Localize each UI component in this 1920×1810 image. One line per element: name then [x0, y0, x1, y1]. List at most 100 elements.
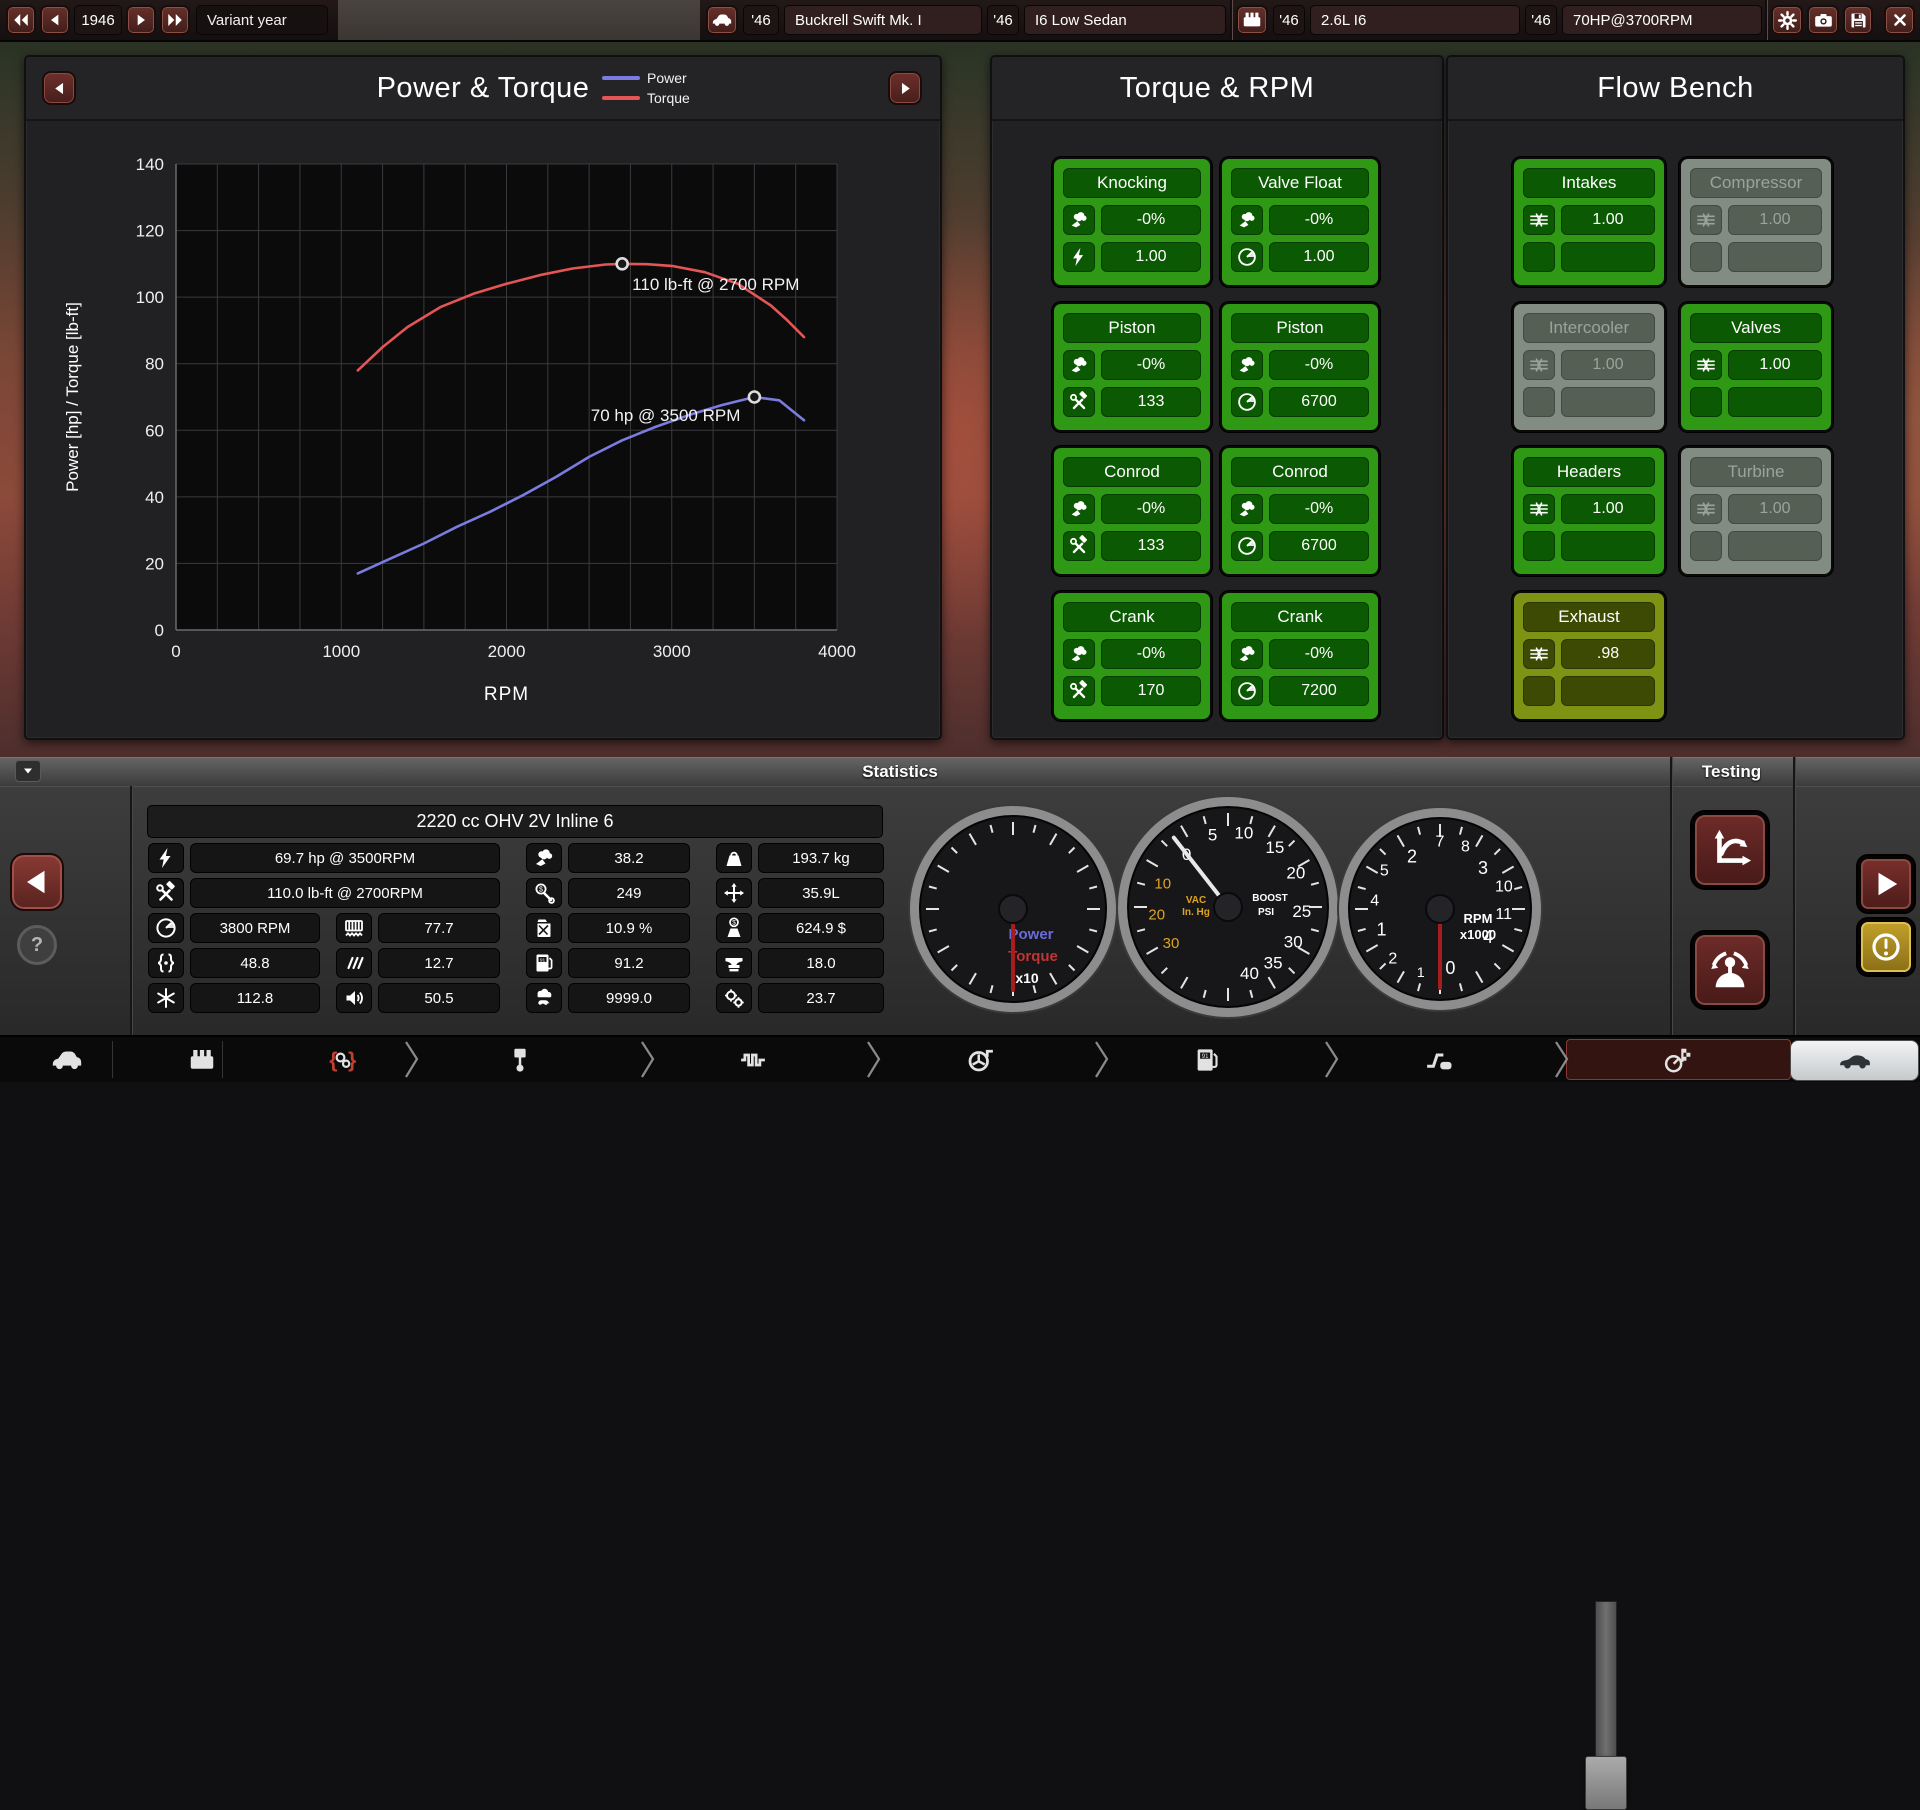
- svg-text:20: 20: [145, 554, 164, 573]
- card-valves[interactable]: Valves 1.00: [1679, 302, 1833, 432]
- card-row: -0%: [1231, 205, 1369, 235]
- card-crank[interactable]: Crank -0% 170: [1052, 591, 1212, 721]
- tab-valvetrain[interactable]: [718, 1042, 788, 1078]
- card-row: 7200: [1231, 676, 1369, 706]
- flow-icon-box: [1690, 350, 1722, 380]
- back-button[interactable]: [10, 853, 64, 911]
- engine-name-field[interactable]: 2.6L I6: [1310, 5, 1520, 35]
- variant-year-value[interactable]: 1946: [74, 5, 122, 35]
- tab-exhaust[interactable]: [1404, 1042, 1474, 1078]
- card-row: 6700: [1231, 387, 1369, 417]
- throttle-slider[interactable]: [1595, 1601, 1617, 1765]
- knock-icon-box: [1231, 350, 1263, 380]
- warnings-button[interactable]: [1858, 919, 1914, 975]
- dyno-graph-button[interactable]: [1692, 812, 1768, 888]
- help-button[interactable]: ?: [17, 925, 57, 965]
- car-name-field[interactable]: Buckrell Swift Mk. I: [784, 5, 982, 35]
- flow-icon-box: [1690, 494, 1722, 524]
- card-row: 1.00: [1690, 350, 1822, 380]
- card-turbine[interactable]: Turbine 1.00: [1679, 446, 1833, 576]
- card-value: -0%: [1101, 350, 1201, 380]
- card-intakes[interactable]: Intakes 1.00: [1512, 157, 1666, 287]
- knock-icon: [1239, 646, 1255, 662]
- tab-engine-family[interactable]: [167, 1042, 237, 1078]
- tab-bottom-end[interactable]: [485, 1042, 555, 1078]
- card-conrod[interactable]: Conrod -0% 133: [1052, 446, 1212, 576]
- advance-button[interactable]: [1858, 856, 1914, 912]
- last-year-button[interactable]: [160, 5, 190, 35]
- loudness-icon-box: [336, 983, 372, 1013]
- svg-text:25: 25: [1292, 902, 1311, 921]
- card-value: .98: [1561, 639, 1655, 669]
- svg-text:1: 1: [1377, 919, 1387, 939]
- card-intercooler[interactable]: Intercooler 1.00: [1512, 302, 1666, 432]
- tab-testing[interactable]: [1643, 1042, 1713, 1078]
- tab-aspiration[interactable]: [945, 1042, 1015, 1078]
- tab-car-design[interactable]: [32, 1042, 102, 1078]
- card-row: 6700: [1231, 531, 1369, 561]
- collapse-statistics-button[interactable]: [15, 760, 41, 782]
- card-valve-float[interactable]: Valve Float -0% 1.00: [1220, 157, 1380, 287]
- rpm-sweep-button[interactable]: [1692, 932, 1768, 1008]
- next-year-button[interactable]: [126, 5, 156, 35]
- responsiveness-icon: [157, 953, 175, 973]
- empty-icon-box: [1690, 242, 1722, 272]
- card-value: 1.00: [1269, 242, 1369, 272]
- settings-button[interactable]: [1771, 5, 1803, 35]
- card-knocking[interactable]: Knocking -0% 1.00: [1052, 157, 1212, 287]
- tab-engine-internals[interactable]: {}: [308, 1042, 378, 1078]
- fuel-pump-icon: 91: [536, 954, 553, 972]
- card-exhaust[interactable]: Exhaust .98: [1512, 591, 1666, 721]
- engine-icon[interactable]: [1236, 5, 1268, 35]
- card-value: -0%: [1269, 205, 1369, 235]
- card-compressor[interactable]: Compressor 1.00: [1679, 157, 1833, 287]
- weight-icon: [726, 851, 742, 866]
- tri-right-icon: [901, 82, 910, 94]
- svg-text:30: 30: [1284, 933, 1303, 952]
- save-button[interactable]: [1843, 5, 1873, 35]
- stat-radiator: 77.7: [378, 913, 500, 943]
- next-graph-button[interactable]: [888, 71, 922, 105]
- card-row: 170: [1063, 676, 1201, 706]
- close-button[interactable]: [1884, 5, 1915, 35]
- empty-value-box: [1561, 676, 1655, 706]
- tab-fuel-system[interactable]: 91: [1172, 1042, 1242, 1078]
- card-row: 1.00: [1231, 242, 1369, 272]
- empty-icon-box: [1690, 387, 1722, 417]
- svg-text:80: 80: [145, 355, 164, 374]
- card-headers[interactable]: Headers 1.00: [1512, 446, 1666, 576]
- stat-emissions: 9999.0: [568, 983, 690, 1013]
- card-title: Piston: [1231, 313, 1369, 343]
- material-cost-icon-box: $: [716, 913, 752, 943]
- svg-text:20: 20: [1286, 863, 1305, 882]
- empty-value-box: [1728, 531, 1822, 561]
- car-preview-button[interactable]: [1790, 1040, 1919, 1081]
- card-row: [1523, 676, 1655, 706]
- tachometer-gauge: 0 1 2 1 4 5 2 7 8 3 10 11 4 RPM x1000: [1333, 802, 1547, 1016]
- prev-graph-button[interactable]: [42, 71, 76, 105]
- photo-button[interactable]: [1807, 5, 1839, 35]
- card-title: Turbine: [1690, 457, 1822, 487]
- first-year-button[interactable]: [6, 5, 36, 35]
- card-conrod[interactable]: Conrod -0% 6700: [1220, 446, 1380, 576]
- trim-name-field[interactable]: I6 Low Sedan: [1024, 5, 1226, 35]
- rpm-icon: [1238, 537, 1256, 555]
- prev-year-button[interactable]: [40, 5, 70, 35]
- card-value: 1.00: [1728, 205, 1822, 235]
- throttle-slider-handle[interactable]: [1585, 1756, 1627, 1810]
- tools-icon: [156, 881, 175, 901]
- card-crank[interactable]: Crank -0% 7200: [1220, 591, 1380, 721]
- torque-rpm-header: Torque & RPM: [992, 57, 1442, 121]
- card-row: 1.00: [1690, 205, 1822, 235]
- svg-text:10: 10: [1495, 878, 1513, 895]
- card-piston[interactable]: Piston -0% 6700: [1220, 302, 1380, 432]
- exhaust-pipe-icon: [1427, 1053, 1452, 1070]
- chevron-separator-icon: [1324, 1037, 1340, 1082]
- top-bar: 1946 Variant year '46 Buckrell Swift Mk.…: [0, 0, 1920, 42]
- card-piston[interactable]: Piston -0% 133: [1052, 302, 1212, 432]
- knock-icon: [1239, 212, 1255, 228]
- engine-variant-name-field[interactable]: 70HP@3700RPM: [1562, 5, 1762, 35]
- dbl-left-icon: [14, 14, 28, 26]
- car-icon[interactable]: [706, 5, 738, 35]
- card-value: 1.00: [1561, 205, 1655, 235]
